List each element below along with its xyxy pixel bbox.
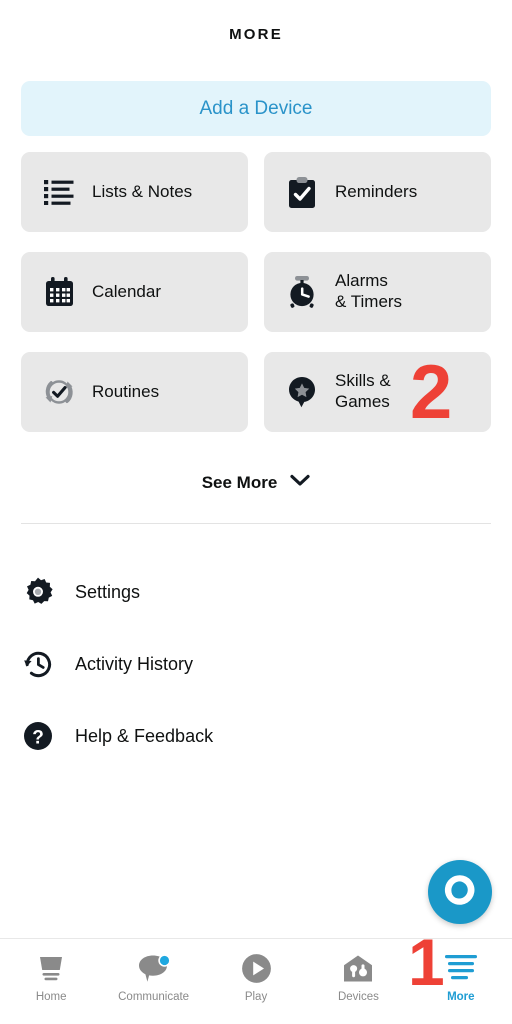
section-divider (21, 523, 491, 524)
add-a-device-label: Add a Device (199, 97, 313, 119)
list-icon (43, 176, 75, 208)
tile-label-line1: Skills & (335, 371, 391, 391)
menu-item-label: Help & Feedback (75, 725, 214, 746)
nav-item-more[interactable]: More (410, 939, 512, 1024)
clock-history-icon (21, 647, 55, 681)
tile-label: Alarms & Timers (335, 271, 402, 312)
see-more-label: See More (201, 473, 278, 492)
nav-item-label: Devices (337, 991, 379, 1003)
menu-item-label: Settings (75, 581, 141, 602)
menu-item-activity-history[interactable]: Activity History (21, 628, 491, 700)
nav-item-play[interactable]: Play (205, 939, 307, 1024)
question-mark-icon: ? (21, 719, 55, 753)
speech-bubble-icon (137, 952, 171, 984)
tile-skills-and-games[interactable]: Skills & Games (264, 352, 491, 432)
routine-refresh-check-icon (43, 376, 75, 408)
nav-item-label: Communicate (118, 991, 190, 1003)
page-title: MORE (229, 26, 283, 43)
tile-label: Reminders (335, 181, 418, 201)
chevron-down-icon (290, 474, 310, 492)
menu-item-label: Activity History (75, 653, 194, 674)
see-more-button[interactable]: See More (0, 473, 512, 493)
tile-label: Lists & Notes (92, 181, 193, 201)
tile-label-line2: & Timers (335, 292, 403, 311)
alexa-logo-icon (442, 872, 478, 913)
tile-calendar[interactable]: Calendar (21, 252, 248, 332)
nav-item-home[interactable]: Home (0, 939, 102, 1024)
tile-row: Routines Skills & Games (21, 352, 491, 432)
tile-row: Calendar Alarms & Timers (21, 252, 491, 332)
nav-item-label: Play (244, 991, 268, 1003)
menu-item-settings[interactable]: Settings (21, 556, 491, 628)
settings-menu-list: Settings Activity History ? Help & Feedb… (21, 556, 491, 772)
alexa-more-screen: MORE Add a Device Lists & Notes Reminder… (0, 0, 512, 1024)
nav-item-label: Home (35, 991, 67, 1003)
tile-label: Calendar (92, 281, 161, 301)
svg-text:?: ? (32, 727, 44, 748)
add-a-device-button[interactable]: Add a Device (21, 81, 491, 136)
tile-label-line1: Alarms (335, 271, 388, 291)
tile-label: Skills & Games (335, 371, 391, 412)
gear-icon (21, 575, 55, 609)
menu-item-help-and-feedback[interactable]: ? Help & Feedback (21, 700, 491, 772)
tile-label-line2: Games (335, 392, 390, 411)
clipboard-check-icon (286, 176, 318, 208)
tile-routines[interactable]: Routines (21, 352, 248, 432)
shortcut-tile-grid: Lists & Notes Reminders Calendar Alarms … (21, 152, 491, 452)
echo-device-icon (35, 952, 67, 984)
home-devices-icon (342, 952, 374, 984)
nav-item-label: More (447, 991, 475, 1003)
tile-row: Lists & Notes Reminders (21, 152, 491, 232)
alarm-clock-icon (286, 276, 318, 308)
play-circle-icon (241, 952, 272, 984)
nav-item-communicate[interactable]: Communicate (102, 939, 204, 1024)
calendar-icon (43, 276, 75, 308)
tile-reminders[interactable]: Reminders (264, 152, 491, 232)
nav-item-devices[interactable]: Devices (307, 939, 409, 1024)
alexa-voice-button[interactable] (428, 860, 492, 924)
skills-star-pin-icon (286, 376, 318, 408)
more-lines-icon (444, 952, 478, 984)
tile-lists-and-notes[interactable]: Lists & Notes (21, 152, 248, 232)
tile-label: Routines (92, 381, 160, 401)
tile-alarms-and-timers[interactable]: Alarms & Timers (264, 252, 491, 332)
bottom-navigation-bar: Home Communicate Play Devices More (0, 938, 512, 1024)
